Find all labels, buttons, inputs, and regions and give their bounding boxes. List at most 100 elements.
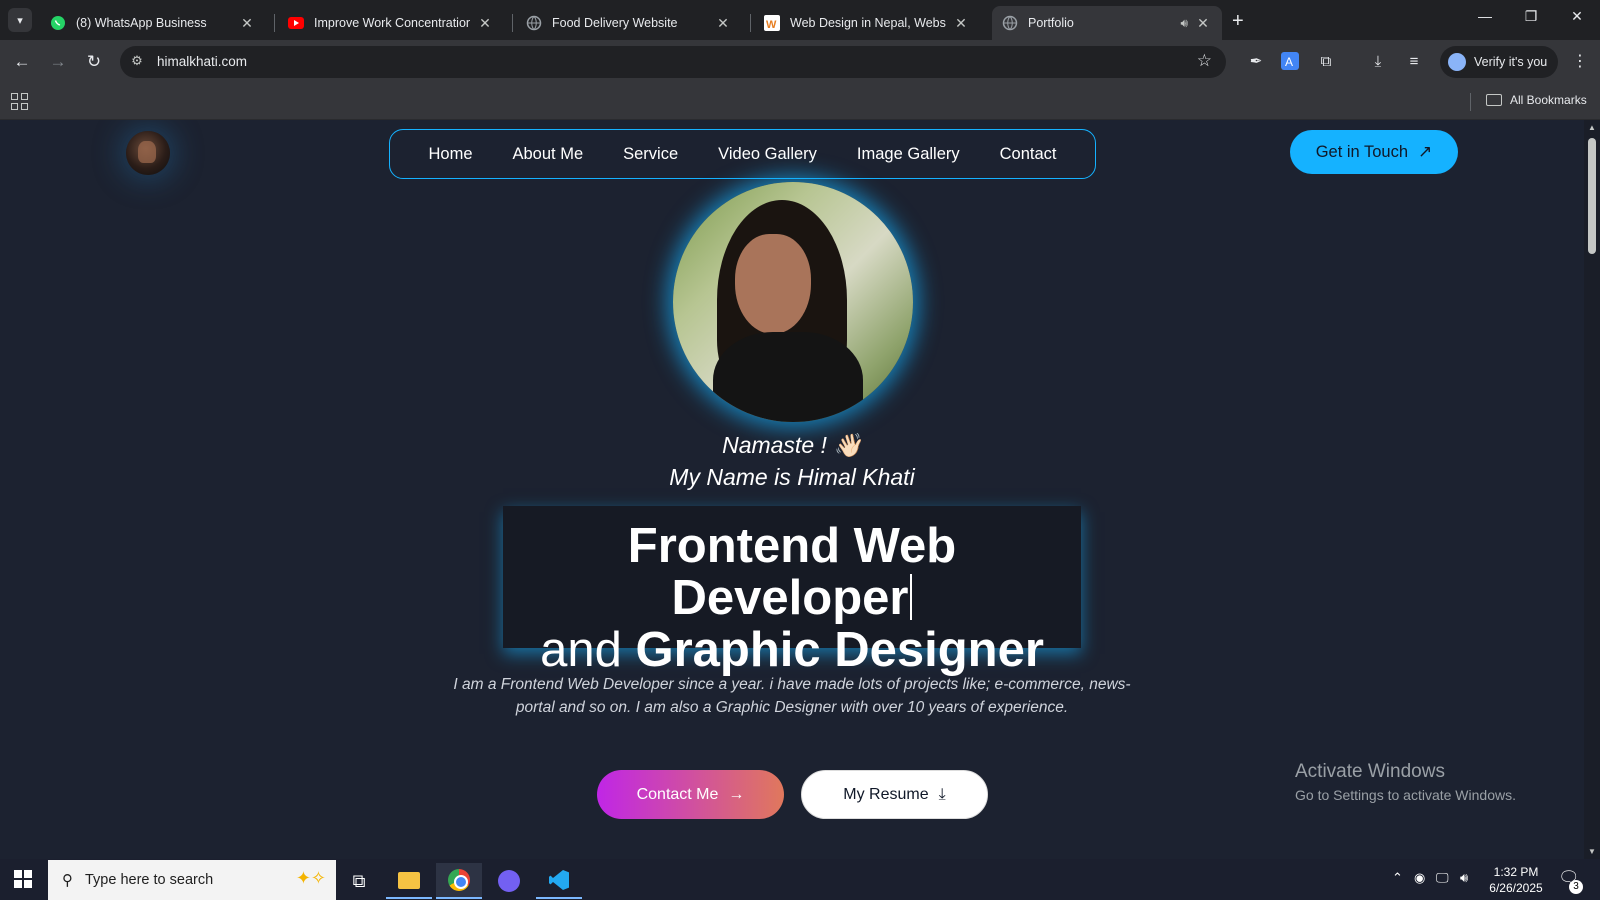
back-icon[interactable]: ← (12, 52, 32, 72)
speaker-icon[interactable]: 🔊︎ (1180, 16, 1188, 31)
folder-icon (1486, 94, 1502, 106)
photo-face (735, 234, 811, 334)
close-tab-icon[interactable]: ✕ (714, 15, 732, 32)
get-in-touch-label: Get in Touch (1315, 142, 1409, 161)
tab-portfolio[interactable]: Portfolio 🔊︎ ✕ (992, 6, 1222, 40)
headline-line-1: Frontend Web Developer (503, 520, 1081, 624)
close-tab-icon[interactable]: ✕ (476, 15, 494, 32)
webdesign-icon: W (764, 15, 780, 31)
scroll-up-icon[interactable]: ▲ (1588, 123, 1596, 132)
forward-icon[interactable]: → (48, 52, 68, 72)
headline-role-2: Graphic Designer (635, 623, 1044, 677)
chrome-icon[interactable] (436, 863, 482, 899)
pen-extension-icon[interactable]: ✒ (1246, 51, 1266, 71)
meet-icon[interactable]: ◉ (1414, 870, 1425, 886)
tab-title: Improve Work Concentration – (314, 16, 470, 30)
all-bookmarks-label: All Bookmarks (1510, 93, 1587, 107)
reload-icon[interactable]: ↻ (84, 52, 104, 72)
all-bookmarks-button[interactable]: All Bookmarks (1486, 93, 1587, 107)
notification-count-badge: 3 (1569, 880, 1583, 894)
my-resume-label: My Resume (843, 785, 929, 803)
search-icon: ⚲ (62, 872, 73, 889)
nav-service[interactable]: Service (623, 145, 678, 164)
minimize-icon[interactable]: — (1470, 8, 1500, 24)
tab-title: Web Design in Nepal, Website (790, 16, 946, 30)
profile-avatar-icon (1448, 53, 1466, 71)
tray-chevron-icon[interactable]: ⌃ (1392, 870, 1403, 886)
translate-extension-icon[interactable]: A (1280, 51, 1300, 71)
close-tab-icon[interactable]: ✕ (952, 15, 970, 32)
extensions-puzzle-icon[interactable]: ⧉ (1316, 51, 1336, 71)
vscode-icon[interactable] (536, 863, 582, 899)
clock-time: 1:32 PM (1493, 865, 1539, 879)
tab-youtube[interactable]: Improve Work Concentration – ✕ (278, 6, 504, 40)
tab-whatsapp[interactable]: (8) WhatsApp Business ✕ (40, 6, 266, 40)
tab-web-design[interactable]: W Web Design in Nepal, Website ✕ (754, 6, 980, 40)
taskbar-clock[interactable]: 1:32 PM 6/26/2025 (1484, 864, 1548, 896)
scroll-down-icon[interactable]: ▼ (1588, 847, 1596, 856)
youtube-icon (288, 15, 304, 31)
file-explorer-icon[interactable] (386, 863, 432, 899)
close-tab-icon[interactable]: ✕ (1194, 15, 1212, 32)
nav-about-me[interactable]: About Me (513, 145, 584, 164)
nav-home[interactable]: Home (428, 145, 472, 164)
apps-grid-icon[interactable] (11, 93, 28, 110)
close-tab-icon[interactable]: ✕ (238, 15, 256, 32)
taskbar-search-box[interactable]: ⚲ Type here to search ✦✧ (48, 860, 336, 900)
viber-icon[interactable] (486, 863, 532, 899)
page-scrollbar[interactable]: ▲ ▼ (1584, 120, 1600, 859)
bookmark-star-icon[interactable]: ☆ (1197, 51, 1212, 71)
browser-menu-icon[interactable]: ⋮ (1572, 51, 1588, 71)
sparkle-icon: ✦✧ (295, 868, 326, 888)
contact-me-button[interactable]: Contact Me → (597, 770, 784, 819)
verify-label: Verify it's you (1474, 55, 1548, 69)
headline-box: Frontend Web Developer and Graphic Desig… (503, 506, 1081, 676)
contact-me-label: Contact Me (636, 785, 719, 803)
url-text[interactable]: himalkhati.com (157, 54, 247, 69)
nav-contact[interactable]: Contact (1000, 145, 1057, 164)
activate-windows-watermark: Activate Windows Go to Settings to activ… (1295, 761, 1516, 803)
new-tab-icon[interactable]: + (1232, 10, 1244, 33)
headline-role-1: Frontend Web Developer (627, 519, 957, 625)
tab-separator (512, 14, 513, 32)
profile-verify-button[interactable]: Verify it's you (1440, 46, 1558, 78)
get-in-touch-button[interactable]: Get in Touch ↗ (1290, 130, 1458, 174)
task-view-icon[interactable]: ⧉ (336, 863, 382, 899)
site-logo[interactable] (126, 131, 170, 175)
nav-video-gallery[interactable]: Video Gallery (718, 145, 817, 164)
network-icon[interactable]: 🖵︎ (1436, 870, 1449, 886)
tab-title: Food Delivery Website (552, 16, 678, 30)
browser-toolbar: ← → ↻ ⚙ himalkhati.com ☆ ✒ A ⧉ ⤓ ≡ Verif… (0, 40, 1600, 84)
headline-line-2: and Graphic Designer (503, 624, 1081, 676)
svg-text:A: A (1285, 55, 1293, 69)
scroll-thumb[interactable] (1588, 138, 1596, 254)
windows-taskbar: ⚲ Type here to search ✦✧ ⧉ ⌃ ◉ 🖵︎ 🔊︎ 1:3… (0, 859, 1600, 900)
site-navbar: Home About Me Service Video Gallery Imag… (389, 129, 1096, 179)
download-icon[interactable]: ⤓ (1368, 51, 1388, 71)
site-settings-icon[interactable]: ⚙ (128, 53, 146, 71)
globe-icon (1002, 15, 1018, 31)
clock-date: 6/26/2025 (1489, 881, 1543, 895)
profile-photo (673, 182, 913, 422)
my-resume-button[interactable]: My Resume ⤓ (801, 770, 988, 819)
activate-title: Activate Windows (1295, 761, 1445, 782)
bio-paragraph: I am a Frontend Web Developer since a ye… (453, 676, 1131, 716)
volume-icon[interactable]: 🔊︎ (1460, 870, 1468, 886)
tab-separator (750, 14, 751, 32)
tab-separator (274, 14, 275, 32)
tab-title: (8) WhatsApp Business (76, 16, 207, 30)
restore-icon[interactable]: ❐ (1516, 8, 1546, 25)
windows-start-icon[interactable] (14, 870, 32, 888)
arrow-up-right-icon: ↗ (1418, 142, 1433, 161)
tab-food-delivery[interactable]: Food Delivery Website ✕ (516, 6, 742, 40)
svg-text:W: W (766, 19, 777, 31)
taskbar-search-placeholder: Type here to search (85, 872, 214, 888)
close-window-icon[interactable]: ✕ (1562, 8, 1592, 25)
media-queue-icon[interactable]: ≡ (1404, 51, 1424, 71)
headline-and: and (540, 623, 622, 677)
tab-title: Portfolio (1028, 16, 1074, 30)
globe-icon (526, 15, 542, 31)
nav-image-gallery[interactable]: Image Gallery (857, 145, 960, 164)
tab-search-chevron-icon[interactable]: ▾ (8, 8, 32, 32)
address-bar[interactable]: ⚙ himalkhati.com ☆ (120, 46, 1226, 78)
